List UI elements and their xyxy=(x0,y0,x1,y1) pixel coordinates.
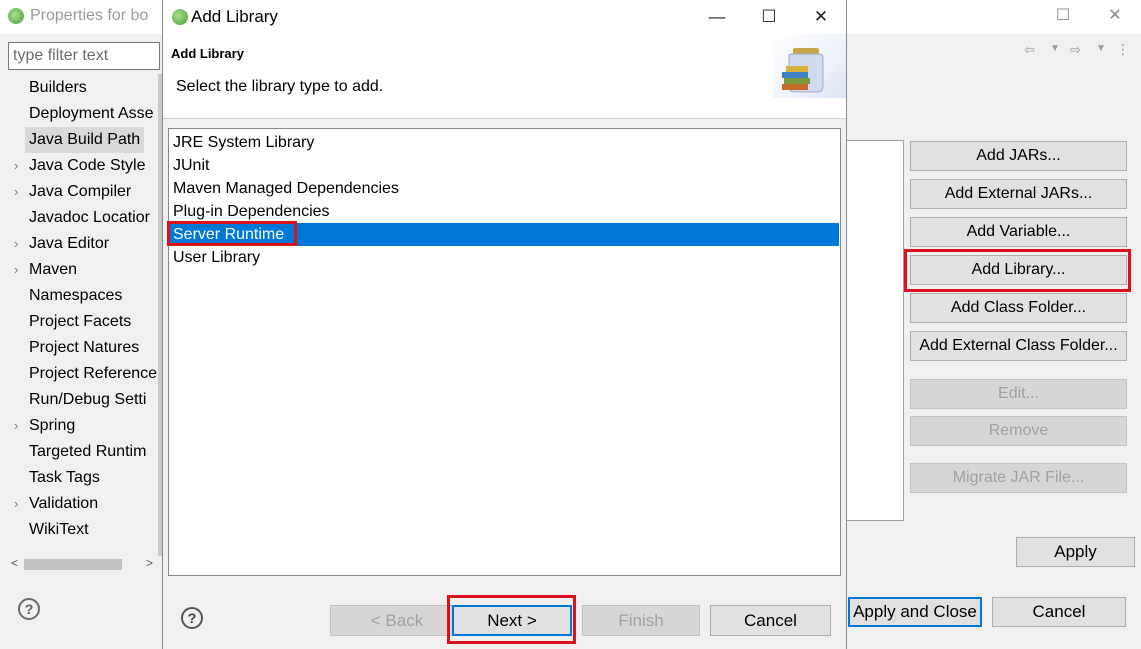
help-icon[interactable]: ? xyxy=(18,598,40,620)
library-type-item[interactable]: Server Runtime xyxy=(170,223,839,246)
chevron-right-icon[interactable]: › xyxy=(14,257,26,283)
chevron-right-icon[interactable]: › xyxy=(14,413,26,439)
apply-button[interactable]: Apply xyxy=(1016,537,1135,567)
add-external-class-folder-button[interactable]: Add External Class Folder... xyxy=(910,331,1127,361)
scroll-left-icon[interactable]: < xyxy=(11,556,18,570)
tree-item[interactable]: Java Build Path xyxy=(0,127,160,153)
tree-item[interactable]: › Maven xyxy=(0,257,160,283)
add-external-jars-button[interactable]: Add External JARs... xyxy=(910,179,1127,209)
library-type-item[interactable]: Maven Managed Dependencies xyxy=(170,177,839,200)
maximize-icon[interactable]: ☐ xyxy=(758,6,780,28)
tree-item[interactable]: › Java Editor xyxy=(0,231,160,257)
tree-item-label: Java Code Style xyxy=(29,157,146,174)
tree-item-label: Validation xyxy=(29,495,99,512)
chevron-right-icon[interactable]: › xyxy=(14,231,26,257)
tree-item[interactable]: WikiText xyxy=(0,517,160,543)
tree-item[interactable]: Run/Debug Setti xyxy=(0,387,160,413)
filter-input[interactable]: type filter text xyxy=(8,42,160,70)
forward-arrow-icon[interactable]: ⇨ xyxy=(1070,42,1081,58)
scrollbar-thumb[interactable] xyxy=(24,559,122,570)
back-arrow-icon[interactable]: ⇦ xyxy=(1024,42,1035,58)
tree-item[interactable]: › Java Code Style xyxy=(0,153,160,179)
add-variable-button[interactable]: Add Variable... xyxy=(910,217,1127,247)
migrate-jar-button[interactable]: Migrate JAR File... xyxy=(910,463,1127,493)
chevron-down-icon[interactable]: ▼ xyxy=(1096,43,1106,54)
edit-button[interactable]: Edit... xyxy=(910,379,1127,409)
tree-item[interactable]: Targeted Runtim xyxy=(0,439,160,465)
properties-window-title: Properties for bo xyxy=(30,7,149,24)
next-button[interactable]: Next > xyxy=(452,605,572,636)
library-jar-icon xyxy=(773,34,846,98)
chevron-right-icon[interactable]: › xyxy=(14,491,26,517)
chevron-down-icon[interactable]: ▼ xyxy=(1050,43,1060,54)
properties-tree: Builders Deployment Asse Java Build Path › J… xyxy=(0,74,160,556)
tree-item-label: Run/Debug Setti xyxy=(29,391,147,408)
properties-cancel-button[interactable]: Cancel xyxy=(992,597,1126,627)
tree-item[interactable]: › Validation xyxy=(0,491,160,517)
tree-item[interactable]: › Java Compiler xyxy=(0,179,160,205)
library-type-item[interactable]: User Library xyxy=(170,246,839,269)
wizard-page-title: Add Library xyxy=(171,46,244,61)
build-path-libraries-list[interactable] xyxy=(846,140,904,521)
tree-item[interactable]: Builders xyxy=(0,75,160,101)
apply-and-close-button[interactable]: Apply and Close xyxy=(848,597,982,627)
tree-item-label: Spring xyxy=(29,417,76,434)
tree-item-label: Targeted Runtim xyxy=(29,443,147,460)
tree-item-label: Java Editor xyxy=(29,235,110,252)
tree-item-label: Maven xyxy=(29,261,78,278)
library-type-item[interactable]: JRE System Library xyxy=(170,131,839,154)
add-library-dialog: Add Library — ☐ ✕ Add Library Select the… xyxy=(162,0,847,649)
library-type-list[interactable]: JRE System Library JUnit Maven Managed Dep… xyxy=(168,128,841,576)
tree-item-label: WikiText xyxy=(29,521,89,538)
dialog-cancel-button[interactable]: Cancel xyxy=(710,605,831,636)
tree-horizontal-scrollbar[interactable]: < > xyxy=(8,556,160,573)
close-icon[interactable]: ✕ xyxy=(810,6,832,28)
add-class-folder-button[interactable]: Add Class Folder... xyxy=(910,293,1127,323)
dialog-titlebar: Add Library — ☐ ✕ xyxy=(163,0,846,34)
history-nav: ⇦ ▼ ⇨ ▼ ⋮ xyxy=(1024,41,1134,62)
tree-item-label: Namespaces xyxy=(29,287,123,304)
tree-item[interactable]: Namespaces xyxy=(0,283,160,309)
spring-app-icon xyxy=(8,8,24,24)
tree-item[interactable]: Project Reference xyxy=(0,361,160,387)
chevron-right-icon[interactable]: › xyxy=(14,153,26,179)
close-icon[interactable]: ✕ xyxy=(1105,6,1125,26)
back-button[interactable]: < Back xyxy=(330,605,464,636)
library-type-item[interactable]: JUnit xyxy=(170,154,839,177)
tree-item-label: Builders xyxy=(29,79,87,96)
help-icon[interactable]: ? xyxy=(181,607,203,629)
tree-item[interactable]: › Spring xyxy=(0,413,160,439)
tree-item-label: Project Facets xyxy=(29,313,132,330)
tree-item[interactable]: Deployment Asse xyxy=(0,101,160,127)
tree-item-label: Project Natures xyxy=(29,339,140,356)
chevron-right-icon[interactable]: › xyxy=(14,179,26,205)
tree-item-label: Task Tags xyxy=(29,469,100,486)
add-library-button[interactable]: Add Library... xyxy=(910,255,1127,285)
wizard-page-message: Select the library type to add. xyxy=(176,78,384,95)
remove-button[interactable]: Remove xyxy=(910,416,1127,446)
view-menu-icon[interactable]: ⋮ xyxy=(1116,41,1130,58)
maximize-icon[interactable]: ☐ xyxy=(1053,6,1073,26)
tree-item-label: Project Reference xyxy=(29,365,158,382)
minimize-icon[interactable]: — xyxy=(706,6,728,28)
wizard-header: Add Library Select the library type to a… xyxy=(163,34,846,119)
tree-item[interactable]: Project Natures xyxy=(0,335,160,361)
finish-button[interactable]: Finish xyxy=(582,605,700,636)
library-type-item[interactable]: Plug-in Dependencies xyxy=(170,200,839,223)
tree-item-label: Java Build Path xyxy=(25,127,145,153)
add-jars-button[interactable]: Add JARs... xyxy=(910,141,1127,171)
tree-item-label: Deployment Asse xyxy=(29,105,154,122)
tree-item-label: Java Compiler xyxy=(29,183,132,200)
tree-item[interactable]: Project Facets xyxy=(0,309,160,335)
scroll-right-icon[interactable]: > xyxy=(146,556,153,570)
dialog-title: Add Library xyxy=(191,7,278,26)
tree-item[interactable]: Javadoc Locatior xyxy=(0,205,160,231)
spring-app-icon xyxy=(172,9,188,25)
tree-item-label: Javadoc Locatior xyxy=(29,209,150,226)
tree-item[interactable]: Task Tags xyxy=(0,465,160,491)
